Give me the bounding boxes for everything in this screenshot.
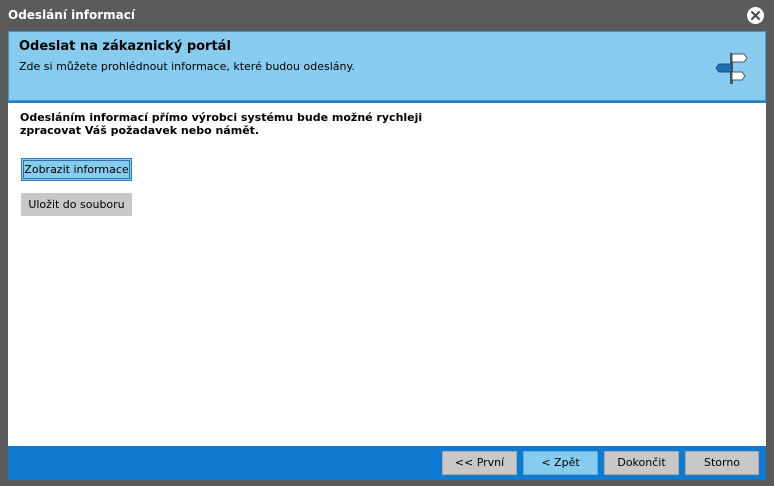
intro-line-1: Odesláním informací přímo výrobci systém… — [20, 111, 423, 124]
close-icon[interactable] — [747, 7, 764, 24]
window-title: Odeslání informací — [8, 8, 135, 22]
save-to-file-button[interactable]: Uložit do souboru — [21, 193, 132, 216]
signpost-icon — [715, 50, 749, 86]
page-subtitle: Zde si můžete prohlédnout informace, kte… — [19, 60, 355, 73]
first-button[interactable]: << První — [442, 451, 517, 475]
show-info-button[interactable]: Zobrazit informace — [21, 158, 132, 181]
back-button[interactable]: < Zpět — [523, 451, 598, 475]
header-panel: Odeslat na zákaznický portál Zde si může… — [8, 31, 766, 101]
intro-text: Odesláním informací přímo výrobci systém… — [20, 111, 480, 137]
page-title: Odeslat na zákaznický portál — [19, 39, 231, 54]
content-area: Odesláním informací přímo výrobci systém… — [8, 103, 766, 446]
intro-line-2: zpracovat Váš požadavek nebo námět. — [20, 124, 260, 137]
window-bottom-border — [0, 480, 774, 486]
footer-bar: << První < Zpět Dokončit Storno — [8, 446, 766, 480]
dialog-window: Odeslání informací Odeslat na zákaznický… — [0, 0, 774, 486]
cancel-button[interactable]: Storno — [685, 451, 759, 475]
finish-button[interactable]: Dokončit — [604, 451, 679, 475]
title-bar[interactable]: Odeslání informací — [0, 0, 774, 31]
